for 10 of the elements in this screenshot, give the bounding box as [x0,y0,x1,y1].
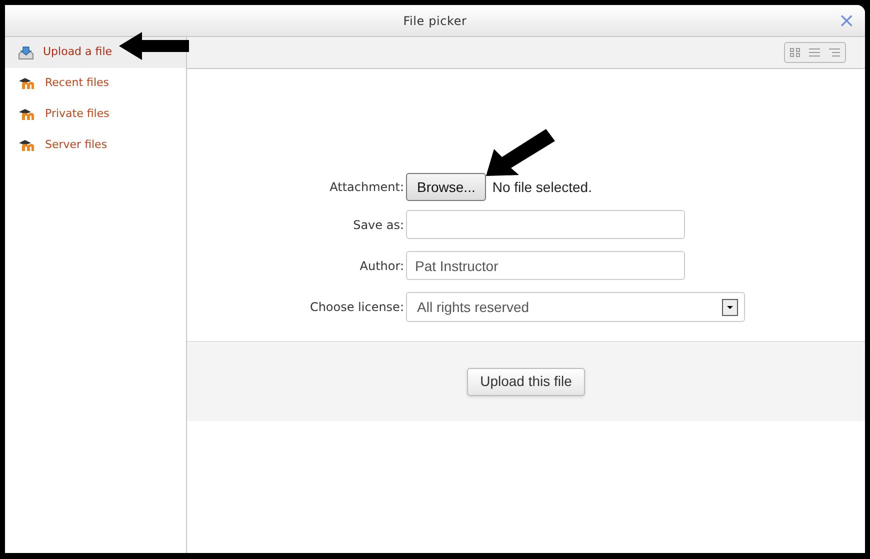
license-dropdown[interactable]: All rights reserved [406,292,745,322]
file-status: No file selected. [492,178,592,196]
upload-button[interactable]: Upload this file [467,368,585,396]
field-label: Author: [358,258,405,274]
field-label: Save as: [352,216,405,234]
input-field[interactable]: Pat Instructor [406,251,685,280]
browse-button[interactable]: Browse... [406,173,486,201]
window-title: File picker [403,12,467,30]
field-label: Choose license: [308,299,405,316]
field-label: Attachment: [328,179,405,196]
